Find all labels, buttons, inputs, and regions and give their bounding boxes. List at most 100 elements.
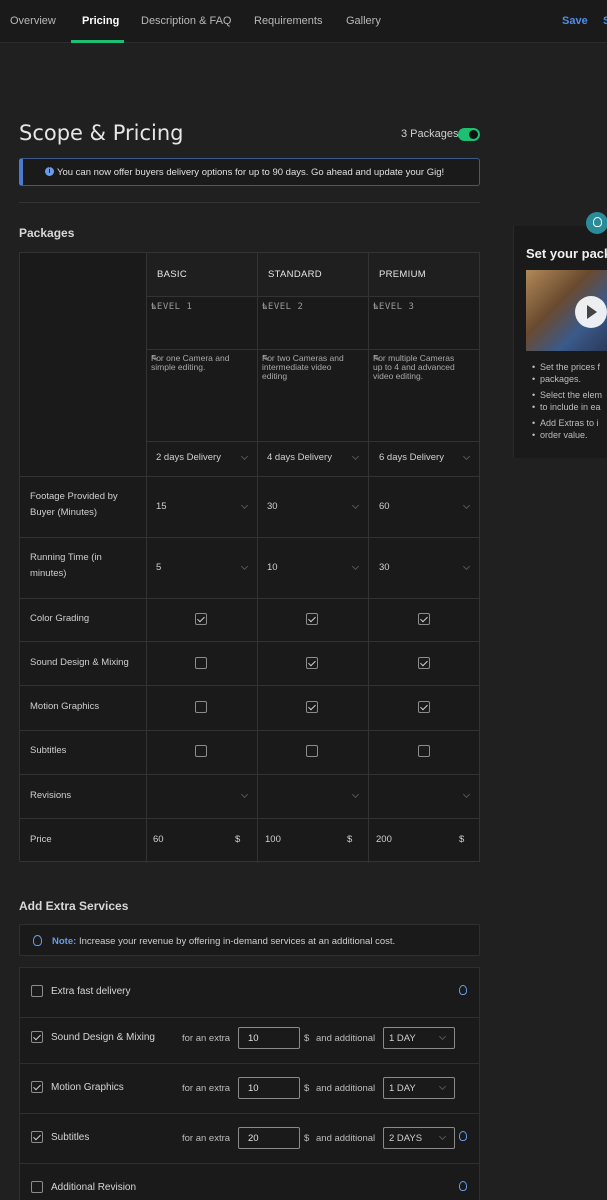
delivery-select[interactable]: 6 days Delivery — [379, 452, 444, 463]
running-time-select[interactable]: 5 — [156, 562, 161, 573]
subtitles-extra-checkbox[interactable] — [31, 1131, 43, 1143]
tab-overview[interactable]: Overview — [10, 15, 56, 27]
currency-symbol: $ — [235, 834, 241, 845]
extra-days-value: 1 DAY — [389, 1083, 416, 1094]
play-icon[interactable] — [575, 296, 607, 328]
row-label-motion-graphics: Motion Graphics — [30, 701, 100, 712]
chevron-down-icon — [351, 501, 360, 510]
pencil-icon[interactable]: ✎ — [262, 354, 354, 363]
subtitles-checkbox[interactable] — [418, 745, 430, 757]
page-title: Scope & Pricing — [19, 121, 184, 145]
divider — [257, 441, 258, 863]
chevron-down-icon — [240, 562, 249, 571]
extra-service-name: Extra fast delivery — [51, 986, 131, 997]
extra-days-select[interactable]: 1 DAY — [383, 1027, 455, 1049]
pencil-icon[interactable]: ✎ — [262, 302, 361, 312]
running-time-select[interactable]: 30 — [379, 562, 390, 573]
chevron-down-icon — [351, 452, 360, 461]
color-grading-checkbox[interactable] — [195, 613, 207, 625]
extra-fast-delivery-checkbox[interactable] — [31, 985, 43, 997]
motion-graphics-checkbox[interactable] — [306, 701, 318, 713]
and-additional-label: and additional — [316, 1083, 376, 1094]
row-label-footage: Footage Provided by Buyer (Minutes) — [30, 491, 118, 518]
subtitles-checkbox[interactable] — [306, 745, 318, 757]
price-input[interactable]: 60 — [153, 834, 164, 845]
currency-symbol: $ — [459, 834, 465, 845]
info-icon: i — [45, 167, 54, 176]
save-button[interactable]: Save — [562, 15, 588, 27]
packages-section-title: Packages — [19, 226, 75, 240]
color-grading-checkbox[interactable] — [418, 613, 430, 625]
sound-design-checkbox[interactable] — [418, 657, 430, 669]
extra-service-name: Motion Graphics — [51, 1082, 124, 1093]
sound-design-extra-checkbox[interactable] — [31, 1031, 43, 1043]
extra-days-select[interactable]: 1 DAY — [383, 1077, 455, 1099]
delivery-select[interactable]: 4 days Delivery — [267, 452, 332, 463]
note-label: Note: — [52, 936, 77, 947]
lightbulb-icon[interactable] — [459, 985, 467, 995]
divider — [20, 774, 479, 775]
for-an-extra-label: for an extra — [182, 1033, 231, 1044]
package-description-field[interactable]: For multiple Cameras up to 4 and advance… — [368, 349, 479, 441]
package-description-field[interactable]: For two Cameras and intermediate video e… — [257, 349, 368, 441]
currency-symbol: $ — [347, 834, 353, 845]
lightbulb-icon[interactable] — [459, 1181, 467, 1191]
pencil-icon[interactable]: ✎ — [373, 302, 472, 312]
extra-days-select[interactable]: 2 DAYS — [383, 1127, 455, 1149]
package-header-basic: BASIC — [146, 253, 257, 296]
tip-list: Set the prices f packages. Select the el… — [530, 361, 607, 445]
package-header-premium: PREMIUM — [368, 253, 479, 296]
divider — [19, 202, 480, 203]
additional-revision-checkbox[interactable] — [31, 1181, 43, 1193]
chevron-down-icon — [438, 1132, 447, 1141]
extra-price-input[interactable]: 10 — [238, 1077, 300, 1099]
package-title-field[interactable]: LEVEL 2 ✎ — [257, 296, 368, 349]
info-banner: i You can now offer buyers delivery opti… — [19, 158, 480, 186]
pencil-icon[interactable]: ✎ — [151, 302, 250, 312]
footage-select[interactable]: 60 — [379, 501, 390, 512]
package-title-field[interactable]: LEVEL 1 ✎ — [146, 296, 257, 349]
pencil-icon[interactable]: ✎ — [373, 354, 465, 363]
tab-pricing[interactable]: Pricing — [82, 15, 119, 27]
extra-service-row: Motion Graphics for an extra 10 $ and ad… — [20, 1064, 479, 1114]
package-title-field[interactable]: LEVEL 3 ✎ — [368, 296, 479, 349]
tip-item: Set the prices f — [530, 361, 607, 373]
price-input[interactable]: 200 — [376, 834, 392, 845]
chevron-down-icon — [240, 452, 249, 461]
currency-symbol: $ — [304, 1033, 310, 1044]
save-continue-button[interactable]: S — [603, 15, 607, 27]
delivery-select[interactable]: 2 days Delivery — [156, 452, 221, 463]
tab-gallery[interactable]: Gallery — [346, 15, 381, 27]
pencil-icon[interactable]: ✎ — [151, 354, 243, 363]
divider — [20, 730, 479, 731]
chevron-down-icon — [351, 790, 360, 799]
extra-price-input[interactable]: 20 — [238, 1127, 300, 1149]
row-label-running-time: Running Time (in minutes) — [30, 552, 102, 579]
motion-graphics-extra-checkbox[interactable] — [31, 1081, 43, 1093]
sound-design-checkbox[interactable] — [306, 657, 318, 669]
motion-graphics-checkbox[interactable] — [195, 701, 207, 713]
footage-select[interactable]: 30 — [267, 501, 278, 512]
divider — [20, 537, 479, 538]
sound-design-checkbox[interactable] — [195, 657, 207, 669]
active-tab-indicator — [71, 40, 124, 43]
divider — [20, 641, 479, 642]
tab-requirements[interactable]: Requirements — [254, 15, 322, 27]
chevron-down-icon — [438, 1082, 447, 1091]
lightbulb-icon[interactable] — [459, 1131, 467, 1141]
extra-service-name: Subtitles — [51, 1132, 90, 1143]
extra-days-value: 2 DAYS — [389, 1133, 423, 1144]
package-description-field[interactable]: For one Camera and simple editing. ✎ — [146, 349, 257, 441]
divider — [146, 441, 147, 863]
color-grading-checkbox[interactable] — [306, 613, 318, 625]
packages-toggle[interactable] — [458, 128, 480, 141]
subtitles-checkbox[interactable] — [195, 745, 207, 757]
footage-select[interactable]: 15 — [156, 501, 167, 512]
running-time-select[interactable]: 10 — [267, 562, 278, 573]
price-input[interactable]: 100 — [265, 834, 281, 845]
tab-description-faq[interactable]: Description & FAQ — [141, 15, 231, 27]
for-an-extra-label: for an extra — [182, 1133, 231, 1144]
extra-price-input[interactable]: 10 — [238, 1027, 300, 1049]
motion-graphics-checkbox[interactable] — [418, 701, 430, 713]
extra-price-value: 20 — [248, 1133, 259, 1144]
